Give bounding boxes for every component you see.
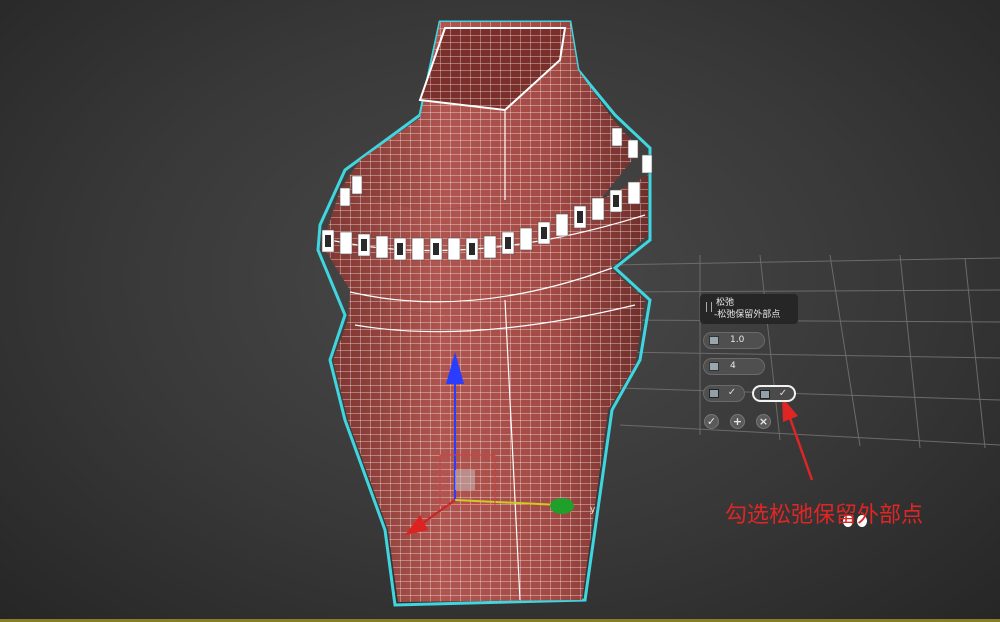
iterations-icon (709, 362, 719, 371)
iterations-spinner[interactable]: 4 (703, 358, 765, 375)
caddy-title-bar[interactable]: 松弛 -松弛保留外部点 (700, 294, 798, 324)
ok-button[interactable]: ✓ (704, 414, 719, 429)
annotation-text: 勾选松弛保留外部点 (725, 503, 924, 528)
check-icon: ✓ (727, 387, 737, 398)
relax-amount-value: 1.0 (730, 335, 745, 345)
relax-amount-spinner[interactable]: 1.0 (703, 332, 765, 349)
cancel-button[interactable]: × (756, 414, 771, 429)
wireframe-mesh[interactable] (321, 22, 653, 602)
keep-outer-corners-toggle[interactable]: ✓ (752, 385, 796, 402)
drag-grip-icon[interactable] (706, 302, 712, 312)
apply-button[interactable]: + (730, 414, 745, 429)
3d-viewport[interactable]: y 松弛 -松弛保留外部点 1.0 4 ✓ ✓ ✓ + × 勾选松弛保留外部点 (0, 0, 1000, 622)
iterations-value: 4 (730, 361, 736, 371)
caddy-subtitle: -松弛保留外部点 (714, 310, 781, 320)
amount-icon (709, 336, 719, 345)
outer-corners-icon (760, 390, 770, 399)
relax-caddy-panel[interactable]: 松弛 -松弛保留外部点 1.0 4 ✓ ✓ ✓ + × (700, 294, 830, 444)
boundary-icon (709, 389, 719, 398)
caddy-title: 松弛 (716, 298, 735, 308)
keep-boundary-toggle[interactable]: ✓ (703, 385, 745, 402)
y-axis-arrow-icon (550, 498, 574, 514)
check-icon: ✓ (778, 388, 788, 399)
y-axis-label: y (590, 505, 596, 515)
